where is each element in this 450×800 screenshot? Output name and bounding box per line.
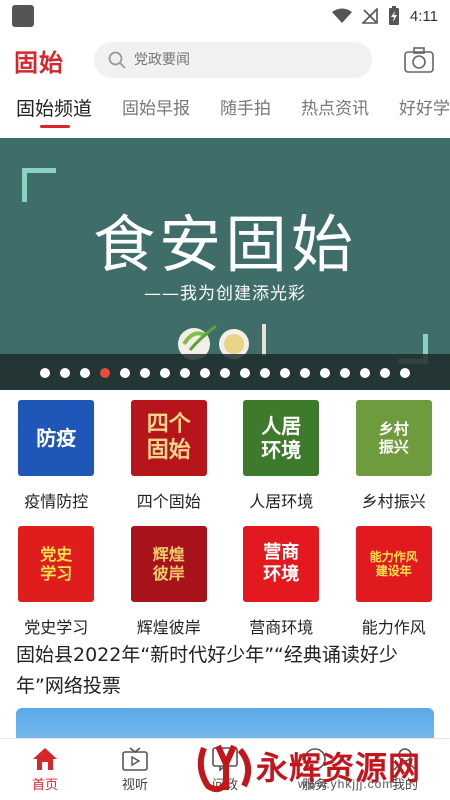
pagination-dot[interactable] (240, 368, 250, 378)
search-bar[interactable] (94, 42, 372, 78)
tile-text: 四个 固始 (146, 411, 191, 463)
grid-item-label: 能力作风 (361, 618, 426, 637)
grid-item-label: 疫情防控 (24, 492, 89, 511)
pagination-dot[interactable] (380, 368, 390, 378)
pagination-dot[interactable] (180, 368, 190, 378)
tile-text: 能力作风 建设年 (369, 549, 418, 578)
grid-item[interactable]: 辉煌 彼岸 辉煌彼岸 (113, 526, 226, 638)
pagination-dot[interactable] (100, 368, 110, 378)
grid-item[interactable]: 乡村 振兴 乡村振兴 (338, 400, 450, 512)
search-input[interactable] (134, 52, 354, 68)
watermark-logo-icon (197, 744, 252, 793)
grid-item-label: 党史学习 (24, 618, 89, 637)
grid-item-label: 辉煌彼岸 (136, 618, 201, 637)
pagination-dot[interactable] (220, 368, 230, 378)
pagination-dot[interactable] (80, 368, 90, 378)
grid-item-label: 人居环境 (249, 492, 314, 511)
watermark: 永辉资源网 www.yhkjjj.com (196, 740, 436, 796)
tab-gushi-morning-news[interactable]: 固始早报 (122, 86, 190, 119)
grid-item-label: 乡村振兴 (361, 492, 426, 511)
wifi-icon (331, 8, 352, 23)
banner-subtitle: ——我为创建添光彩 (144, 284, 306, 304)
grid-item[interactable]: 四个 固始 四个固始 (113, 400, 226, 512)
status-time: 4:11 (409, 7, 438, 25)
nav-label: 视听 (121, 778, 148, 793)
nav-label: 首页 (31, 778, 58, 793)
battery-charging-icon (388, 6, 399, 25)
no-signal-icon (361, 8, 378, 24)
status-icons: 4:11 (331, 6, 438, 26)
tile-text: 辉煌 彼岸 (152, 544, 185, 583)
glorious-shore-icon: 辉煌 彼岸 (130, 526, 207, 602)
pagination-dot[interactable] (260, 368, 270, 378)
notification-icon (12, 5, 34, 27)
tile-text: 防疫 (36, 426, 77, 450)
pagination-dot[interactable] (120, 368, 130, 378)
living-environment-icon: 人居 环境 (243, 400, 320, 476)
tab-gushi-channel[interactable]: 固始频道 (16, 86, 92, 128)
camera-button[interactable] (402, 45, 436, 75)
ability-style-icon: 能力作风 建设年 (355, 526, 432, 602)
pagination-dot[interactable] (280, 368, 290, 378)
app-logo: 固始 (14, 47, 64, 77)
grid-item[interactable]: 能力作风 建设年能力作风 (338, 526, 450, 638)
camera-icon (404, 47, 434, 73)
grid-item[interactable]: 人居 环境 人居环境 (225, 400, 338, 512)
pagination-dot[interactable] (200, 368, 210, 378)
nav-home[interactable]: 首页 (0, 739, 90, 800)
banner-title: 食安固始 (92, 208, 357, 281)
pagination-dot[interactable] (160, 368, 170, 378)
banner-pagination (0, 368, 450, 378)
epidemic-prevention-icon: 防疫 (18, 400, 95, 476)
channel-tabs: 固始频道 固始早报 随手拍 热点资讯 好好学 (0, 86, 450, 136)
article-title[interactable]: 固始县2022年“新时代好少年”“经典诵读好少年”网络投票 (16, 640, 436, 702)
pagination-dot[interactable] (40, 368, 50, 378)
watermark-url: www.yhkjjj.com (298, 777, 394, 791)
grid-item[interactable]: 防疫 疫情防控 (0, 400, 113, 512)
home-icon (33, 748, 57, 770)
rural-revitalization-icon: 乡村 振兴 (355, 400, 432, 476)
status-bar: 4:11 (0, 0, 450, 32)
search-icon (108, 51, 126, 69)
header: 固始 (0, 40, 450, 80)
tile-text: 营商 环境 (263, 542, 300, 585)
pagination-dot[interactable] (300, 368, 310, 378)
business-environment-icon: 营商 环境 (243, 526, 320, 602)
pagination-dot[interactable] (140, 368, 150, 378)
tile-text: 党史 学习 (40, 544, 73, 583)
tab-hot-news[interactable]: 热点资讯 (301, 86, 369, 119)
four-gushi-icon: 四个 固始 (130, 400, 207, 476)
party-history-icon: 党史 学习 (18, 526, 95, 602)
grid-item-label: 四个固始 (136, 492, 201, 511)
nav-media[interactable]: 视听 (90, 739, 180, 800)
grid-item-label: 营商环境 (249, 618, 314, 637)
tab-study[interactable]: 好好学 (399, 86, 450, 119)
tab-snapshot[interactable]: 随手拍 (220, 86, 271, 119)
pagination-dot[interactable] (60, 368, 70, 378)
pagination-dot[interactable] (340, 368, 350, 378)
grid-item[interactable]: 营商 环境 营商环境 (225, 526, 338, 638)
tile-text: 人居 环境 (261, 414, 302, 462)
pagination-dot[interactable] (400, 368, 410, 378)
category-grid: 防疫 疫情防控 四个 固始 四个固始 人居 环境 人居环境 乡村 振兴 乡村振兴 党史 学习 党史… (0, 400, 450, 638)
pagination-dot[interactable] (320, 368, 330, 378)
grid-item[interactable]: 党史 学习 党史学习 (0, 526, 113, 638)
banner-carousel[interactable]: 食安固始 ——我为创建添光彩 (0, 138, 450, 390)
tile-text: 乡村 振兴 (378, 420, 409, 456)
tv-icon (122, 747, 148, 771)
pagination-dot[interactable] (360, 368, 370, 378)
